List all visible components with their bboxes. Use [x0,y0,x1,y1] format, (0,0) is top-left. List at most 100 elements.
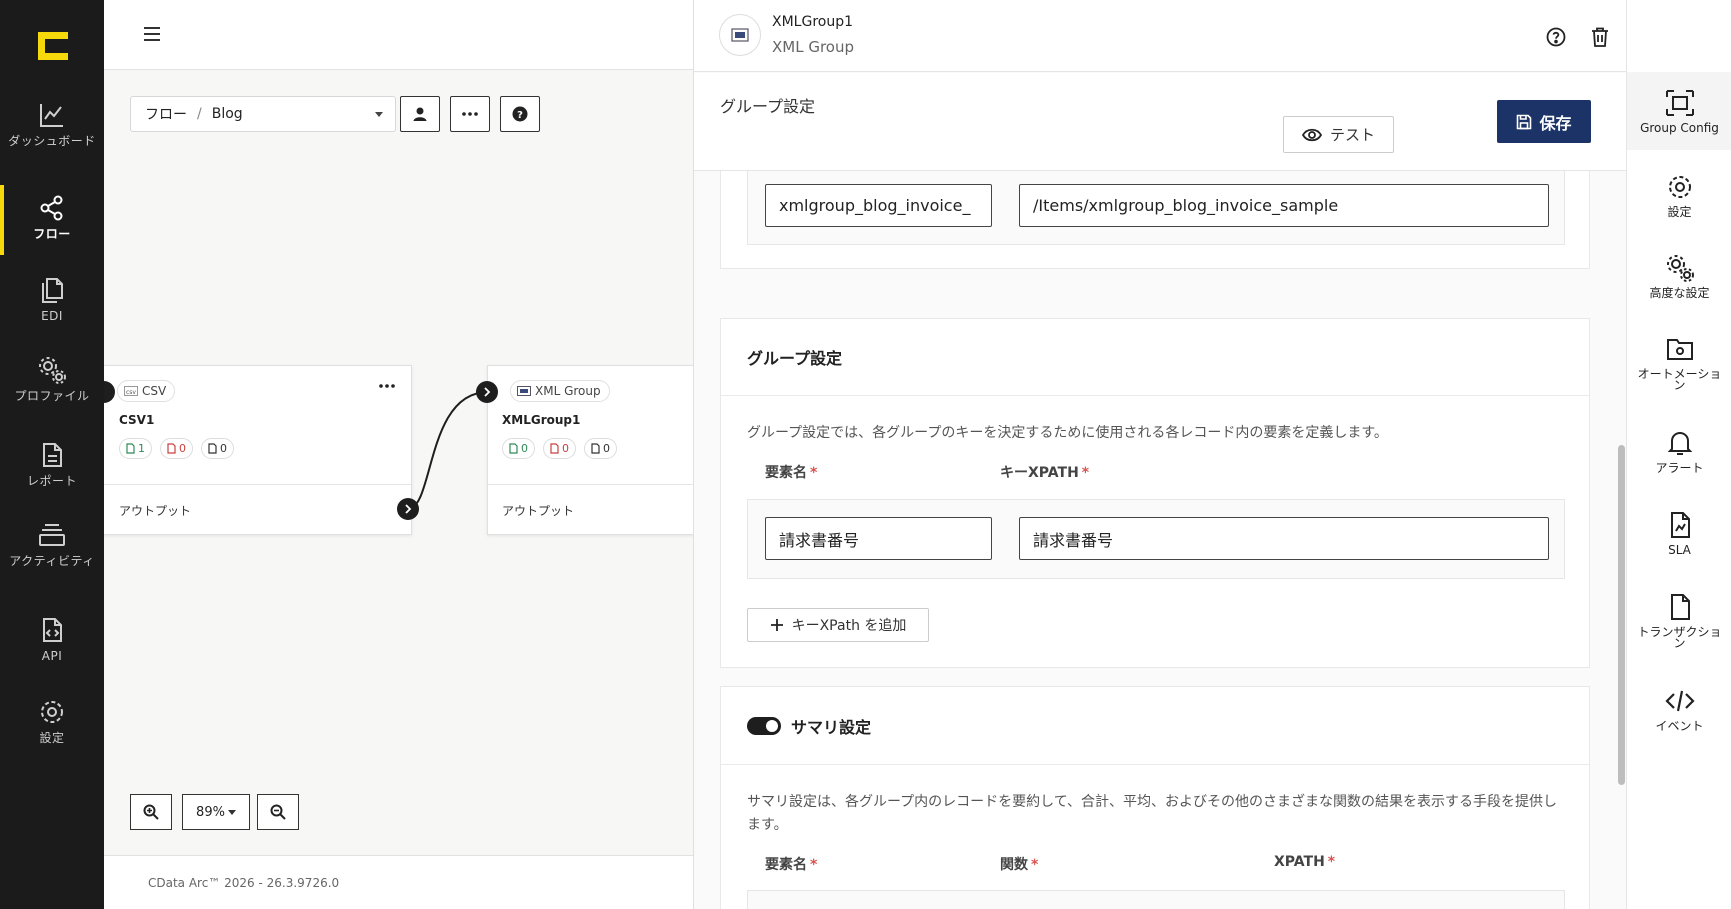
nav-item-edi[interactable]: EDI [0,275,104,322]
gears-icon [37,355,67,385]
report-icon [37,440,67,470]
group-config-icon [1665,88,1695,118]
nav-item-settings[interactable]: 設定 [0,697,104,744]
node-type-chip: csv CSV [117,380,176,402]
flow-node-csv[interactable]: csv CSV CSV1 1 0 0 アウトプット [104,365,412,535]
panel-content[interactable]: xmlgroup_blog_invoice_ /Items/xmlgroup_b… [694,171,1626,909]
tab-label: SLA [1668,543,1691,557]
question-circle-icon [1546,27,1566,47]
zoom-level-select[interactable]: 89% [182,794,250,830]
section-toolbar: グループ設定 テスト 保存 [694,73,1626,171]
save-button[interactable]: 保存 [1497,100,1591,143]
nav-item-flow[interactable]: フロー [0,193,104,240]
tab-label: 高度な設定 [1649,286,1710,300]
code-icon [1664,686,1695,716]
nav-item-label: フロー [33,227,71,241]
code-file-icon [37,615,67,645]
nav-item-label: ダッシュボード [8,134,96,148]
zoom-out-button[interactable] [257,794,299,830]
nav-item-dashboard[interactable]: ダッシュボード [0,100,104,147]
svg-text:csv: csv [126,389,136,396]
add-key-xpath-label: キーXPath を追加 [791,618,907,634]
card-description: グループ設定では、各グループのキーを決定するために使用される各レコード内の要素を… [747,425,1388,441]
node-output-label: アウトプット [119,504,192,518]
node-name: XMLGroup1 [502,413,581,427]
required-mark: * [1327,854,1336,870]
tab-alerts[interactable]: アラート [1627,428,1731,474]
tab-transactions[interactable]: トランザクション [1627,592,1731,649]
tab-label: イベント [1655,719,1704,733]
version-text: CData Arc™ 2026 - 26.3.9726.0 [148,876,340,890]
tab-group-config[interactable]: Group Config [1627,88,1731,134]
tab-label: Group Config [1640,121,1719,135]
xpath-input[interactable]: /Items/xmlgroup_blog_invoice_sample [1019,184,1549,227]
pending-count-badge[interactable]: 0 [201,438,234,459]
pending-count-badge[interactable]: 0 [584,438,617,459]
column-label-text: XPATH [1274,854,1325,870]
node-output-label: アウトプット [502,504,575,518]
node-stats: 1 0 0 [119,438,234,459]
column-label-element-name: 要素名 * [765,854,817,874]
zoom-in-button[interactable] [130,794,172,830]
node-type-label: CSV [142,384,167,398]
required-mark: * [1031,857,1039,873]
success-count-badge[interactable]: 1 [119,438,152,459]
add-key-xpath-button[interactable]: キーXPath を追加 [747,608,929,642]
nav-item-label: アクティビティ [9,554,95,568]
gear-icon [1665,172,1695,202]
node-name: CSV1 [119,413,155,427]
nav-item-label: API [41,649,63,663]
tab-events[interactable]: イベント [1627,686,1731,732]
error-count-badge[interactable]: 0 [160,438,193,459]
nav-item-reports[interactable]: レポート [0,440,104,487]
input-port[interactable] [476,381,498,403]
success-count-badge[interactable]: 0 [502,438,535,459]
panel-scrollbar[interactable] [1618,445,1625,785]
file-success-icon [509,443,518,454]
tab-settings[interactable]: 設定 [1627,172,1731,218]
help-button[interactable] [1544,25,1568,49]
group-settings-card: グループ設定 グループ設定では、各グループのキーを決定するために使用される各レコ… [720,318,1590,668]
bell-icon [1665,428,1695,458]
node-menu-icon[interactable] [379,384,395,388]
nav-item-api[interactable]: API [0,615,104,662]
zoom-level-value: 89% [196,804,225,820]
pending-count: 0 [603,442,610,455]
file-icon [1665,592,1695,622]
error-count-badge[interactable]: 0 [543,438,576,459]
required-mark: * [810,857,818,873]
sla-file-icon [1665,510,1695,540]
column-label-function: 関数 * [1000,854,1038,874]
required-mark: * [1081,465,1090,481]
tab-sla[interactable]: SLA [1627,510,1731,556]
flow-node-xml-group[interactable]: XML Group XMLGroup1 0 0 0 アウトプット [487,365,693,535]
error-count: 0 [179,442,186,455]
flow-canvas[interactable]: フロー / Blog ? csv CSV CSV1 1 0 0 アウトプット X… [104,0,693,909]
panel-title: XMLGroup1 [772,14,853,30]
column-label-text: 要素名 [765,465,807,481]
nav-item-profile[interactable]: プロファイル [0,355,104,402]
file-pending-icon [208,443,217,454]
chart-line-icon [37,100,67,130]
trash-icon [1591,27,1609,47]
main-nav: ダッシュボード フロー EDI プロファイル レポート アクティビティ API … [0,0,104,909]
csv-file-icon: csv [124,386,138,396]
floppy-disk-icon [1516,114,1532,130]
file-success-icon [126,443,135,454]
gears-icon [1665,253,1695,283]
save-button-label: 保存 [1539,113,1572,133]
tab-advanced[interactable]: 高度な設定 [1627,253,1731,299]
test-button[interactable]: テスト [1283,116,1394,153]
caret-down-icon [227,809,236,815]
element-name-input[interactable]: xmlgroup_blog_invoice_ [765,184,992,227]
column-label-text: 要素名 [765,857,807,873]
output-port[interactable] [397,498,419,520]
card-header: グループ設定 [721,319,1589,396]
nav-item-activity[interactable]: アクティビティ [0,520,104,567]
delete-button[interactable] [1588,25,1612,49]
key-xpath-input[interactable]: 請求書番号 [1019,517,1549,560]
nav-item-label: プロファイル [14,389,90,403]
tab-automation[interactable]: オートメーション [1627,334,1731,391]
element-name-input[interactable]: 請求書番号 [765,517,992,560]
summary-toggle-switch[interactable] [747,717,781,735]
